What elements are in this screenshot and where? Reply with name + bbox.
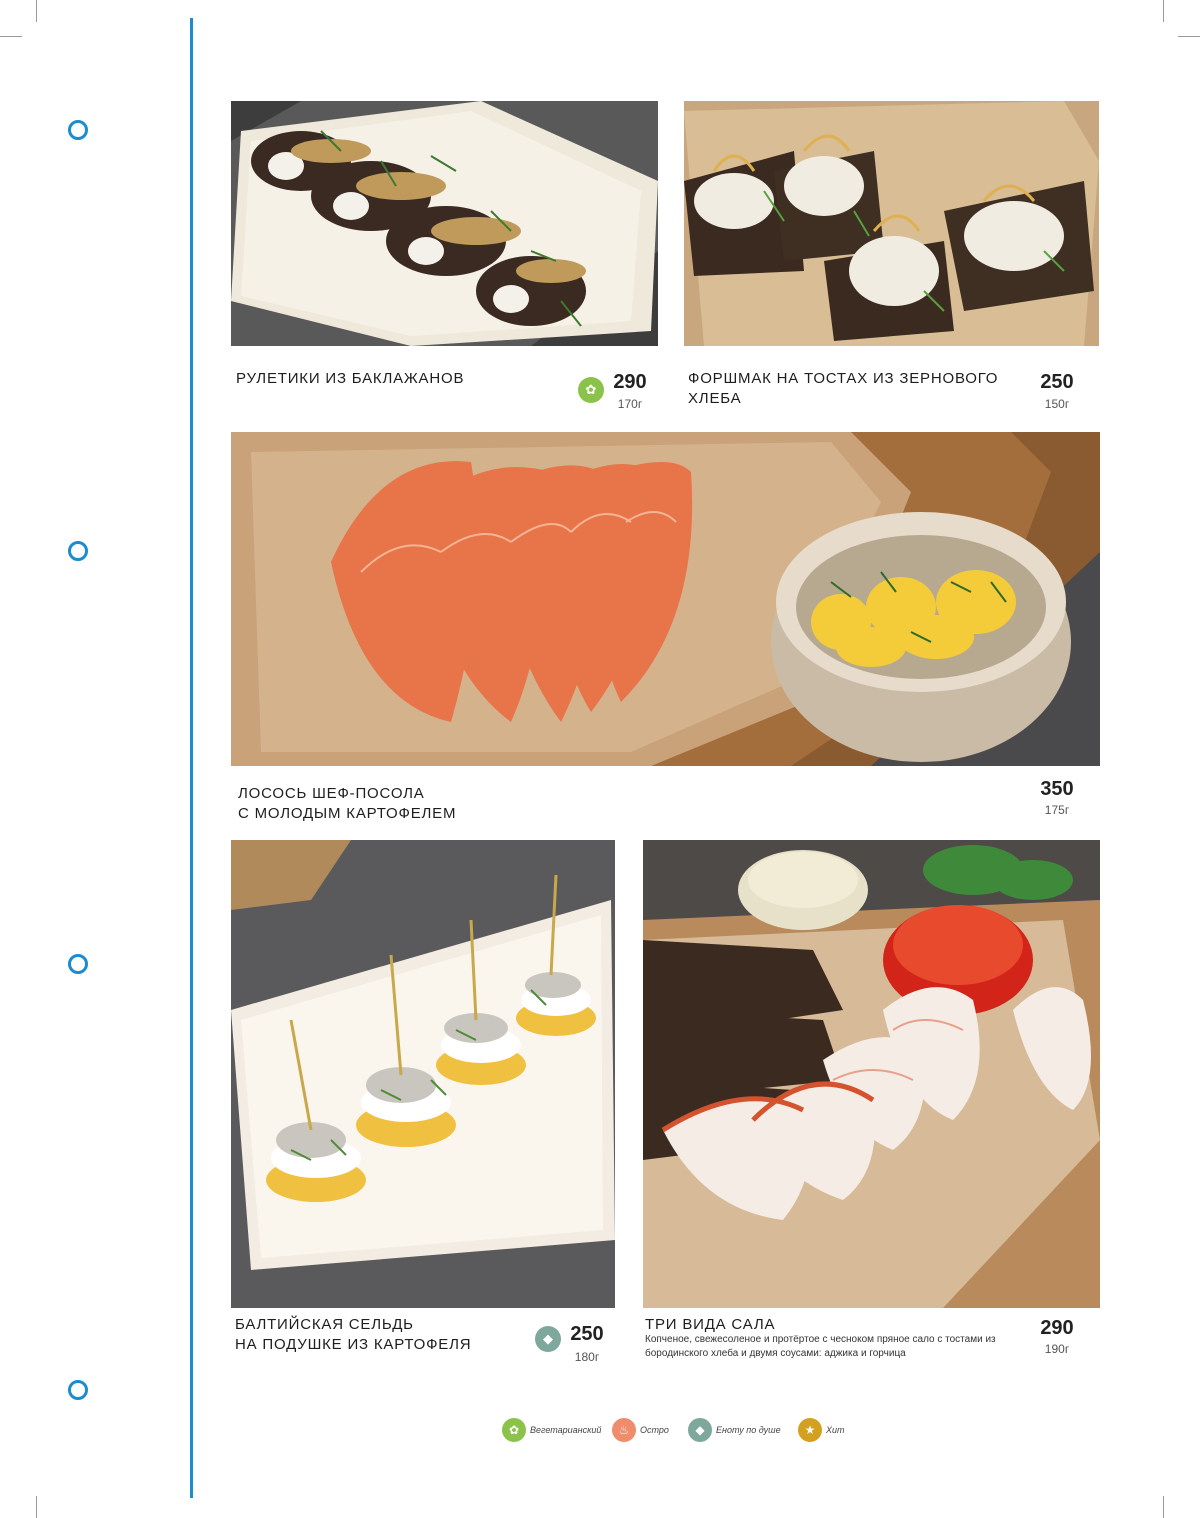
dish-weight: 170г [617,397,643,411]
dish-description: Копченое, свежесоленое и протёртое с чес… [645,1334,996,1359]
legend-item-hit: ★ Хит [798,1416,845,1444]
crop-mark [1163,1496,1164,1518]
vegetarian-icon: ✿ [502,1418,526,1442]
spicy-icon: ♨ [612,1418,636,1442]
dish-title: ЛОСОСЬ ШЕФ-ПОСОЛА С МОЛОДЫМ КАРТОФЕЛЕМ [238,784,638,824]
dish-photo-forshmak [684,101,1099,346]
dish-title-line: ЛОСОСЬ ШЕФ-ПОСОЛА [238,785,425,802]
dish-photo-eggplant-rolls [231,101,658,346]
dish-title: БАЛТИЙСКАЯ СЕЛЬДЬ НА ПОДУШКЕ ИЗ КАРТОФЕЛ… [235,1315,535,1355]
legend-label: Еноту по душе [716,1425,781,1435]
crop-mark [36,0,37,22]
dish-weight: 190г [1044,1342,1070,1356]
dish-price: 250 [1040,371,1074,393]
binder-hole [68,954,88,974]
legend-item-raccoon: ◆ Еноту по душе [688,1416,781,1444]
dish-photo-herring [231,840,615,1308]
dish-weight: 180г [574,1350,600,1364]
crop-mark [0,36,22,37]
dish-title: РУЛЕТИКИ ИЗ БАКЛАЖАНОВ [236,370,465,387]
binder-rail [190,18,193,1498]
legend-label: Остро [640,1425,669,1435]
hit-icon: ★ [798,1418,822,1442]
dish-title: ТРИ ВИДА САЛА [645,1316,776,1333]
legend-label: Вегетарианский [530,1425,602,1435]
crop-mark [1163,0,1164,22]
binder-hole [68,541,88,561]
binder-hole [68,1380,88,1400]
legend-item-spicy: ♨ Остро [612,1416,669,1444]
icon-legend: ✿ Вегетарианский ♨ Остро ◆ Еноту по душе… [500,1416,860,1446]
dish-price: 290 [1040,1317,1074,1339]
dish-photo-salmon [231,432,1100,766]
dish-weight: 175г [1044,803,1070,817]
legend-item-vegetarian: ✿ Вегетарианский [502,1416,601,1444]
dish-title-line: С МОЛОДЫМ КАРТОФЕЛЕМ [238,805,457,822]
legend-label: Хит [826,1425,845,1435]
crop-mark [36,1496,37,1518]
crop-mark [1178,36,1200,37]
dish-weight: 150г [1044,397,1070,411]
raccoon-icon: ◆ [688,1418,712,1442]
dish-photo-salo [643,840,1100,1308]
binder-hole [68,120,88,140]
dish-title-line: НА ПОДУШКЕ ИЗ КАРТОФЕЛЯ [235,1336,472,1353]
dish-title-line: БАЛТИЙСКАЯ СЕЛЬДЬ [235,1316,414,1333]
dish-price: 290 [613,371,647,393]
dish-title: ФОРШМАК НА ТОСТАХ ИЗ ЗЕРНОВОГО ХЛЕБА [688,370,999,407]
dish-price: 350 [1040,778,1074,800]
dish-price: 250 [570,1323,604,1345]
